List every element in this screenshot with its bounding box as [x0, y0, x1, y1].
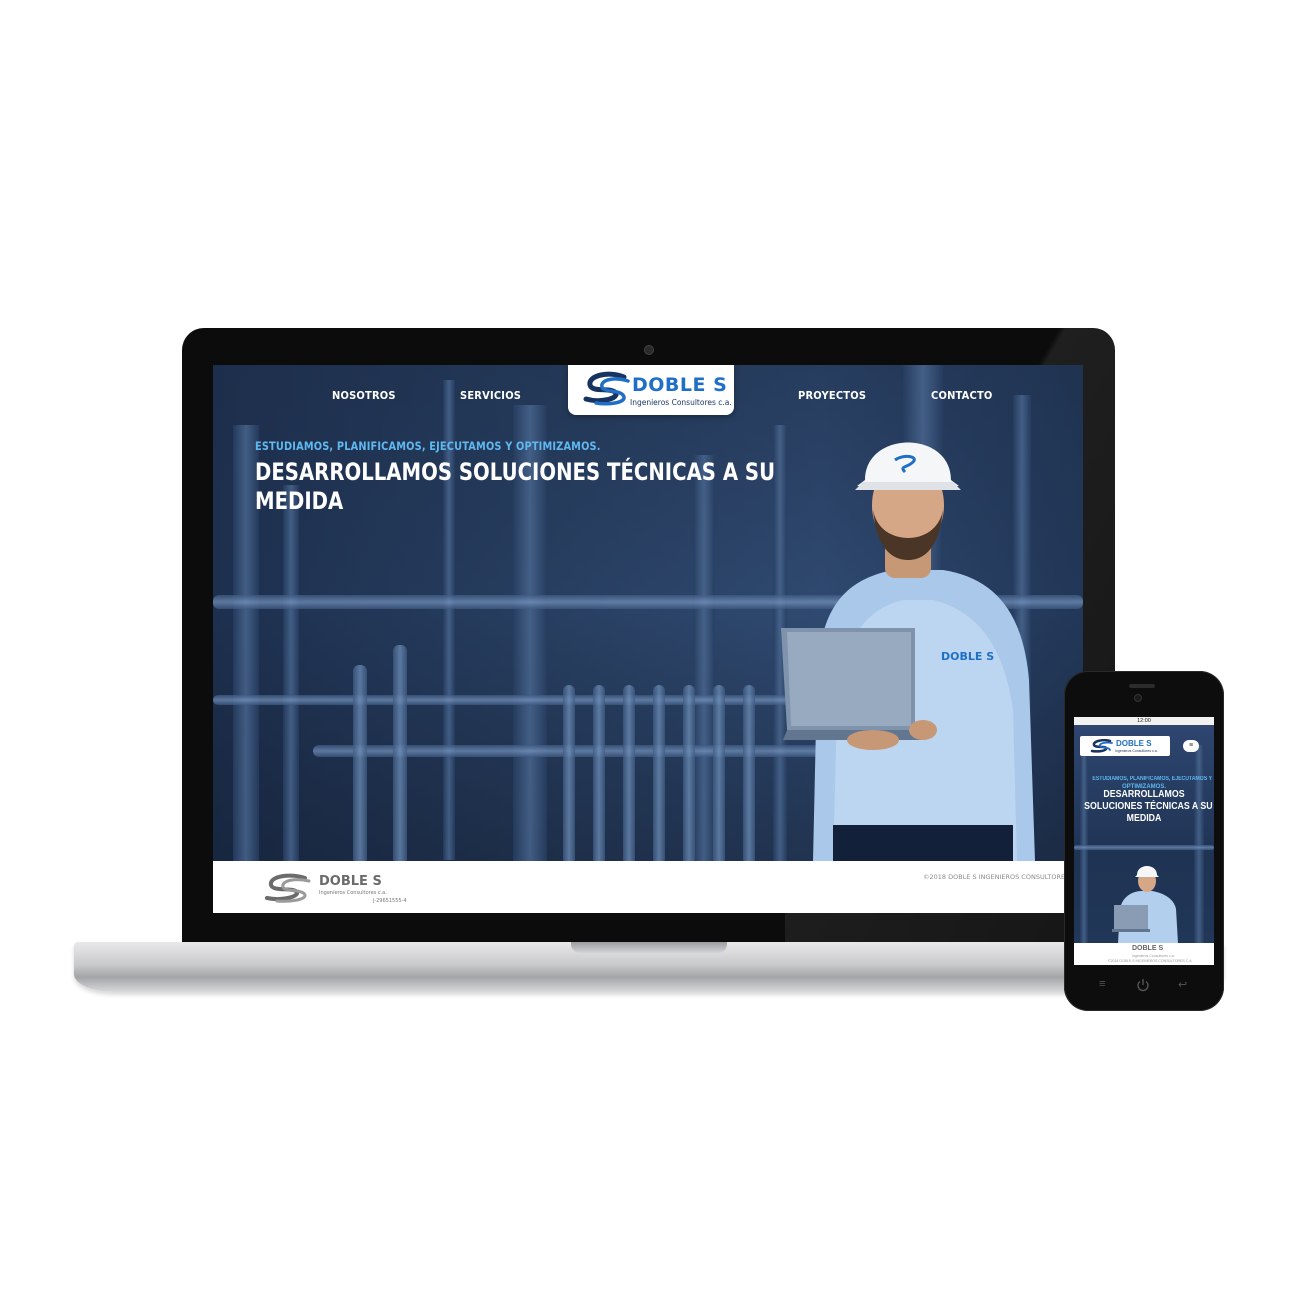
power-icon[interactable]	[1136, 978, 1150, 992]
phone-screen: 12:00 DOBLE S Ingenieros Consultores c.a…	[1074, 717, 1214, 965]
phone-tagline-line1: ESTUDIAMOS, PLANIFICAMOS, EJECUTAMOS Y	[1092, 776, 1213, 782]
hero-tagline: ESTUDIAMOS, PLANIFICAMOS, EJECUTAMOS Y O…	[255, 439, 601, 453]
laptop-screen: NOSOTROS SERVICIOS PROYECTOS CONTACTO DO…	[213, 365, 1083, 913]
phone-footer-sub: Ingenieros Consultores c.a.	[1132, 954, 1175, 958]
double-s-swoosh-logo-icon	[583, 371, 630, 406]
phone-logo-icon	[1090, 739, 1113, 753]
nav-proyectos[interactable]: PROYECTOS	[798, 389, 866, 402]
engineer-photo: DOBLE S	[781, 442, 1035, 861]
nav-servicios[interactable]: SERVICIOS	[460, 389, 521, 402]
header-logo[interactable]: DOBLE S Ingenieros Consultores c.a.	[568, 365, 734, 415]
footer-copyright: ©2018 DOBLE S INGENIEROS CONSULTORES C.A	[923, 873, 1083, 881]
footer-logo-icon	[265, 873, 311, 903]
hero-headline-line2: MEDIDA	[255, 487, 344, 515]
phone-status-time: 12:00	[1137, 718, 1151, 724]
hero-section: NOSOTROS SERVICIOS PROYECTOS CONTACTO DO…	[213, 365, 1083, 861]
logo-wordmark: DOBLE S	[632, 374, 728, 396]
phone-headline-line2: SOLUCIONES TÉCNICAS A SU	[1084, 801, 1213, 812]
phone-footer-copy: ©2018 DOBLE S INGENIEROS CONSULTORES C.A	[1108, 959, 1192, 963]
phone-logo[interactable]: DOBLE S Ingenieros Consultores c.a.	[1080, 736, 1170, 756]
phone-logo-word: DOBLE S	[1116, 739, 1152, 748]
site-footer: DOBLE S Ingenieros Consultores c.a. J-29…	[213, 861, 1083, 913]
back-icon[interactable]: ↩	[1178, 978, 1187, 991]
footer-logo-sub: Ingenieros Consultores c.a.	[319, 890, 387, 896]
logo-subtitle: Ingenieros Consultores c.a.	[630, 398, 732, 407]
phone-headline-line1: DESARROLLAMOS	[1103, 789, 1185, 800]
footer-logo-word: DOBLE S	[319, 874, 382, 889]
hamburger-menu-icon[interactable]: ≡	[1183, 740, 1199, 752]
menu-lines-icon[interactable]: ≡	[1099, 978, 1105, 990]
phone-engineer-photo	[1112, 866, 1178, 943]
phone-camera	[1134, 694, 1142, 702]
phone-logo-sub: Ingenieros Consultores c.a.	[1115, 749, 1158, 753]
phone-headline: DESARROLLAMOS SOLUCIONES TÉCNICAS A SU M…	[1084, 789, 1213, 825]
phone-speaker	[1129, 684, 1155, 688]
footer-rif: J-29651555-4	[373, 898, 407, 904]
hero-headline-line1: DESARROLLAMOS SOLUCIONES TÉCNICAS A SU	[255, 458, 776, 486]
nav-contacto[interactable]: CONTACTO	[931, 389, 993, 402]
phone-hero: DOBLE S Ingenieros Consultores c.a. ≡ ES…	[1074, 725, 1214, 945]
phone-headline-line3: MEDIDA	[1126, 813, 1162, 824]
laptop-notch	[571, 942, 727, 953]
phone-status-bar: 12:00	[1074, 717, 1214, 725]
shirt-logo: DOBLE S	[941, 650, 994, 663]
phone-footer-word: DOBLE S	[1132, 945, 1164, 952]
laptop-camera	[644, 345, 654, 355]
phone-footer: DOBLE S Ingenieros Consultores c.a. ©201…	[1074, 943, 1214, 965]
hero-headline: DESARROLLAMOS SOLUCIONES TÉCNICAS A SU M…	[255, 458, 775, 516]
nav-nosotros[interactable]: NOSOTROS	[332, 389, 396, 402]
